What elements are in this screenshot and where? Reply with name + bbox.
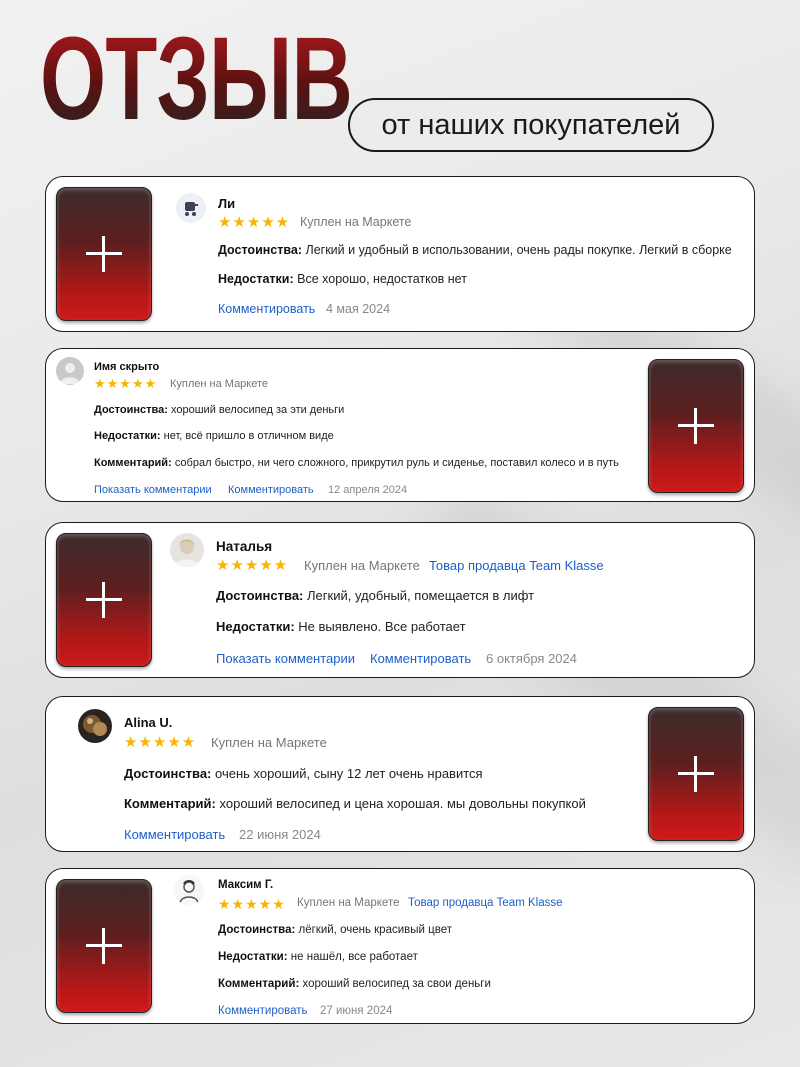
user-photo xyxy=(78,709,112,743)
add-photo-thumbnail[interactable] xyxy=(648,707,744,841)
review-row: Достоинства: Легкий и удобный в использо… xyxy=(218,243,732,257)
rating-stars: ★★★★★ xyxy=(124,734,197,751)
add-photo-thumbnail[interactable] xyxy=(648,359,744,493)
review-row: Достоинства: хороший велосипед за эти де… xyxy=(94,404,344,416)
add-photo-thumbnail[interactable] xyxy=(56,187,152,321)
reviewer-name: Наталья xyxy=(216,539,273,554)
show-comments-link[interactable]: Показать комментарии xyxy=(216,651,355,666)
row-label: Недостатки: xyxy=(94,430,161,442)
comment-link[interactable]: Комментировать xyxy=(218,1005,308,1017)
review-card: Alina U. ★★★★★ Куплен на Маркете Достоин… xyxy=(45,696,755,852)
row-text: хороший велосипед за свои деньги xyxy=(302,978,491,990)
row-text: лёгкий, очень красивый цвет xyxy=(298,924,452,936)
row-label: Комментарий: xyxy=(124,796,216,811)
review-card: Имя скрыто ★★★★★ Куплен на Маркете Досто… xyxy=(45,348,755,502)
row-text: хороший велосипед и цена хорошая. мы дов… xyxy=(219,796,586,811)
reviewer-name: Имя скрыто xyxy=(94,361,160,373)
review-row: Достоинства: очень хороший, сыну 12 лет … xyxy=(124,766,483,781)
review-date: 6 октября 2024 xyxy=(486,651,577,666)
review-date: 27 июня 2024 xyxy=(320,1005,393,1017)
row-label: Достоинства: xyxy=(216,588,304,603)
row-text: хороший велосипед за эти деньги xyxy=(171,404,345,416)
review-row: Достоинства: Легкий, удобный, помещается… xyxy=(216,588,534,603)
plus-icon xyxy=(86,928,122,964)
review-row: Комментарий: хороший велосипед за свои д… xyxy=(218,978,491,990)
row-text: очень хороший, сыну 12 лет очень нравитс… xyxy=(215,766,483,781)
review-row: Комментарий: хороший велосипед и цена хо… xyxy=(124,796,586,811)
comment-link[interactable]: Комментировать xyxy=(228,484,314,496)
review-row: Комментарий: собрал быстро, ни чего слож… xyxy=(94,457,619,469)
purchase-badge: Куплен на Маркете xyxy=(170,378,269,390)
row-text: не нашёл, все работает xyxy=(290,951,418,963)
review-row: Достоинства: лёгкий, очень красивый цвет xyxy=(218,924,452,936)
rating-stars: ★★★★★ xyxy=(218,896,286,912)
rating-stars: ★★★★★ xyxy=(94,376,158,391)
purchase-badge: Куплен на Маркете xyxy=(211,735,327,750)
row-label: Недостатки: xyxy=(216,619,295,634)
review-card: Ли ★★★★★ Куплен на Маркете Достоинства: … xyxy=(45,176,755,332)
user-photo xyxy=(170,533,204,567)
purchase-badge: Куплен на Маркете xyxy=(297,897,400,909)
comment-link[interactable]: Комментировать xyxy=(218,302,315,316)
row-text: Все хорошо, недостатков нет xyxy=(297,272,467,286)
review-row: Недостатки: нет, всё пришло в отличном в… xyxy=(94,430,334,442)
row-text: Не выявлено. Все работает xyxy=(298,619,466,634)
plus-icon xyxy=(678,408,714,444)
reviewer-name: Ли xyxy=(218,196,236,211)
rating-stars: ★★★★★ xyxy=(218,214,291,231)
plus-icon xyxy=(86,582,122,618)
plus-icon xyxy=(678,756,714,792)
row-label: Достоинства: xyxy=(124,766,212,781)
row-label: Комментарий: xyxy=(218,978,300,990)
row-text: Легкий и удобный в использовании, очень … xyxy=(305,243,732,257)
review-row: Недостатки: Не выявлено. Все работает xyxy=(216,619,466,634)
user-sketch-icon xyxy=(174,875,204,905)
review-row: Недостатки: Все хорошо, недостатков нет xyxy=(218,272,467,286)
row-label: Достоинства: xyxy=(218,924,296,936)
review-card: Максим Г. ★★★★★ Куплен на Маркете Товар … xyxy=(45,868,755,1024)
review-date: 22 июня 2024 xyxy=(239,827,321,842)
comment-link[interactable]: Комментировать xyxy=(124,827,225,842)
purchase-badge: Куплен на Маркете xyxy=(300,215,412,229)
seller-badge[interactable]: Товар продавца Team Klasse xyxy=(429,558,604,573)
purchase-badge: Куплен на Маркете xyxy=(304,558,420,573)
reviewer-name: Максим Г. xyxy=(218,879,274,891)
seller-badge[interactable]: Товар продавца Team Klasse xyxy=(408,897,562,909)
row-text: Легкий, удобный, помещается в лифт xyxy=(307,588,535,603)
show-comments-link[interactable]: Показать комментарии xyxy=(94,484,212,496)
add-photo-thumbnail[interactable] xyxy=(56,879,152,1013)
anonymous-user-icon xyxy=(56,357,84,385)
add-photo-thumbnail[interactable] xyxy=(56,533,152,667)
reviewer-name: Alina U. xyxy=(124,715,173,730)
plus-icon xyxy=(86,236,122,272)
review-row: Недостатки: не нашёл, все работает xyxy=(218,951,418,963)
review-date: 12 апреля 2024 xyxy=(328,484,408,496)
row-text: нет, всё пришло в отличном виде xyxy=(163,430,334,442)
review-card: Наталья ★★★★★ Куплен на Маркете Товар пр… xyxy=(45,522,755,678)
row-label: Достоинства: xyxy=(94,404,168,416)
page-title: ОТЗЫВ xyxy=(40,13,353,145)
row-label: Комментарий: xyxy=(94,457,172,469)
row-label: Достоинства: xyxy=(218,243,303,257)
row-label: Недостатки: xyxy=(218,951,288,963)
row-label: Недостатки: xyxy=(218,272,294,286)
row-text: собрал быстро, ни чего сложного, прикрут… xyxy=(174,457,619,469)
review-date: 4 мая 2024 xyxy=(326,302,391,316)
comment-link[interactable]: Комментировать xyxy=(370,651,471,666)
subtitle-pill: от наших покупателей xyxy=(348,98,714,152)
rating-stars: ★★★★★ xyxy=(216,557,289,574)
stroller-icon xyxy=(176,193,206,223)
